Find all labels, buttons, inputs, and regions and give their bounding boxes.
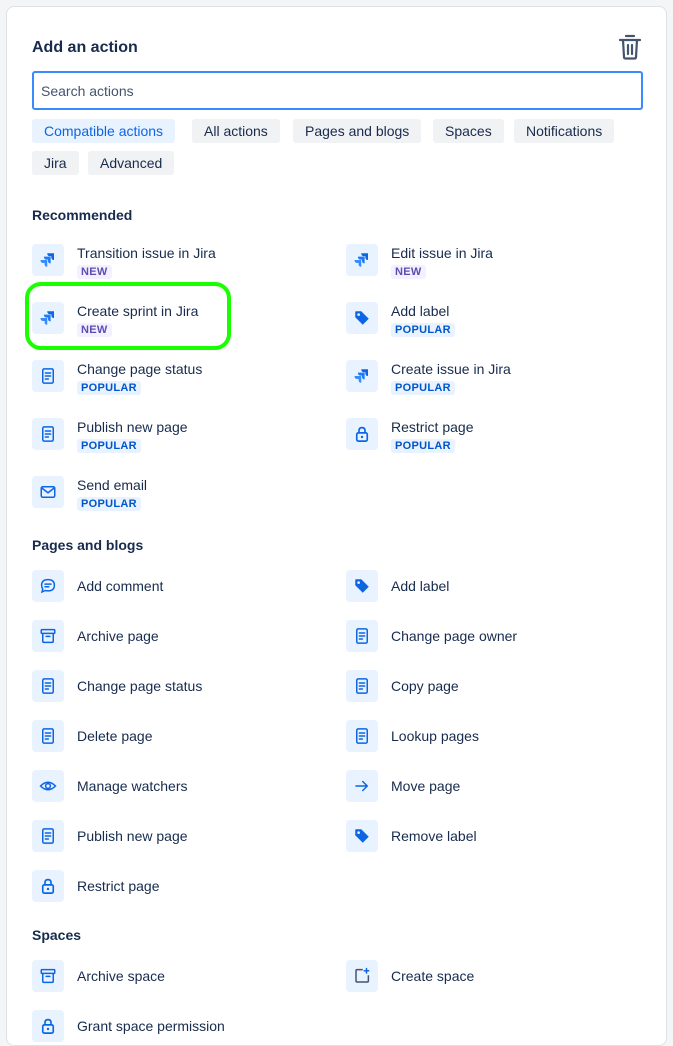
jira-icon [346,244,378,276]
action-label: Move page [391,778,461,794]
action-label: Archive space [77,968,165,984]
action-label: Change page status [77,678,203,694]
eye-icon [32,770,64,802]
popular-badge: POPULAR [391,381,455,395]
search-input[interactable] [32,71,643,110]
action-move-page[interactable]: Move page [346,768,646,808]
action-create-sprint-in-jira[interactable]: Create sprint in Jira NEW [32,300,332,340]
new-badge: NEW [77,265,112,279]
tag-icon [346,302,378,334]
page-icon [32,670,64,702]
tag-icon [346,820,378,852]
action-remove-label[interactable]: Remove label [346,818,646,858]
popular-badge: POPULAR [391,439,455,453]
action-create-issue-in-jira[interactable]: Create issue in Jira POPULAR [346,358,646,398]
filter-pages-and-blogs[interactable]: Pages and blogs [293,119,422,143]
action-label: Archive page [77,628,159,644]
filter-spaces[interactable]: Spaces [433,119,504,143]
action-label: Add label [391,578,450,594]
panel-title: Add an action [32,39,138,56]
action-label: Change page status [77,361,203,377]
lock-icon [32,1010,64,1042]
section-title-recommended: Recommended [32,207,133,223]
lock-icon [346,418,378,450]
action-label: Create issue in Jira [391,361,511,377]
action-label: Restrict page [391,419,474,435]
popular-badge: POPULAR [391,323,455,337]
action-add-label[interactable]: Add label [346,568,646,608]
filter-jira[interactable]: Jira [32,151,79,175]
comment-icon [32,570,64,602]
action-transition-issue-in-jira[interactable]: Transition issue in Jira NEW [32,242,332,282]
action-label: Transition issue in Jira [77,245,216,261]
archive-icon [32,620,64,652]
action-change-page-status[interactable]: Change page status POPULAR [32,358,332,398]
page-icon [32,820,64,852]
action-edit-issue-in-jira[interactable]: Edit issue in Jira NEW [346,242,646,282]
add-action-panel: Add an action Compatible actions All act… [6,6,667,1046]
page-icon [346,670,378,702]
action-manage-watchers[interactable]: Manage watchers [32,768,332,808]
action-grant-space-permission[interactable]: Grant space permission [32,1008,332,1045]
tag-icon [346,570,378,602]
panel-header: Add an action [32,33,642,63]
add-space-icon [346,960,378,992]
action-send-email[interactable]: Send email POPULAR [32,474,332,514]
action-label: Copy page [391,678,459,694]
action-archive-page[interactable]: Archive page [32,618,332,658]
popular-badge: POPULAR [77,497,141,511]
action-label: Delete page [77,728,153,744]
email-icon [32,476,64,508]
page-icon [32,720,64,752]
filter-notifications[interactable]: Notifications [514,119,615,143]
filter-all-actions[interactable]: All actions [192,119,280,143]
action-label: Lookup pages [391,728,479,744]
popular-badge: POPULAR [77,439,141,453]
page-icon [346,620,378,652]
new-badge: NEW [391,265,426,279]
action-copy-page[interactable]: Copy page [346,668,646,708]
section-title-pages-and-blogs: Pages and blogs [32,537,144,553]
page-icon [32,418,64,450]
filter-advanced[interactable]: Advanced [88,151,175,175]
action-label: Manage watchers [77,778,188,794]
action-label: Remove label [391,828,477,844]
page-icon [346,720,378,752]
action-label: Add comment [77,578,164,594]
action-change-page-status[interactable]: Change page status [32,668,332,708]
section-title-spaces: Spaces [32,927,82,943]
action-archive-space[interactable]: Archive space [32,958,332,998]
popular-badge: POPULAR [77,381,141,395]
jira-icon [32,244,64,276]
new-badge: NEW [77,323,112,337]
trash-icon[interactable] [618,33,642,61]
action-publish-new-page[interactable]: Publish new page POPULAR [32,416,332,456]
action-label: Change page owner [391,628,518,644]
action-publish-new-page[interactable]: Publish new page [32,818,332,858]
action-create-space[interactable]: Create space [346,958,646,998]
arrow-right-icon [346,770,378,802]
action-add-comment[interactable]: Add comment [32,568,332,608]
jira-icon [346,360,378,392]
action-label: Grant space permission [77,1018,225,1034]
action-label: Create space [391,968,475,984]
action-label: Restrict page [77,878,160,894]
action-label: Add label [391,303,450,319]
jira-icon [32,302,64,334]
filter-compatible-actions[interactable]: Compatible actions [32,119,176,143]
action-label: Send email [77,477,148,493]
action-label: Edit issue in Jira [391,245,493,261]
page-icon [32,360,64,392]
action-change-page-owner[interactable]: Change page owner [346,618,646,658]
archive-icon [32,960,64,992]
action-restrict-page[interactable]: Restrict page [32,868,332,908]
action-label: Publish new page [77,828,188,844]
action-add-label[interactable]: Add label POPULAR [346,300,646,340]
action-label: Publish new page [77,419,188,435]
action-delete-page[interactable]: Delete page [32,718,332,758]
action-restrict-page[interactable]: Restrict page POPULAR [346,416,646,456]
lock-icon [32,870,64,902]
action-label: Create sprint in Jira [77,303,199,319]
action-lookup-pages[interactable]: Lookup pages [346,718,646,758]
